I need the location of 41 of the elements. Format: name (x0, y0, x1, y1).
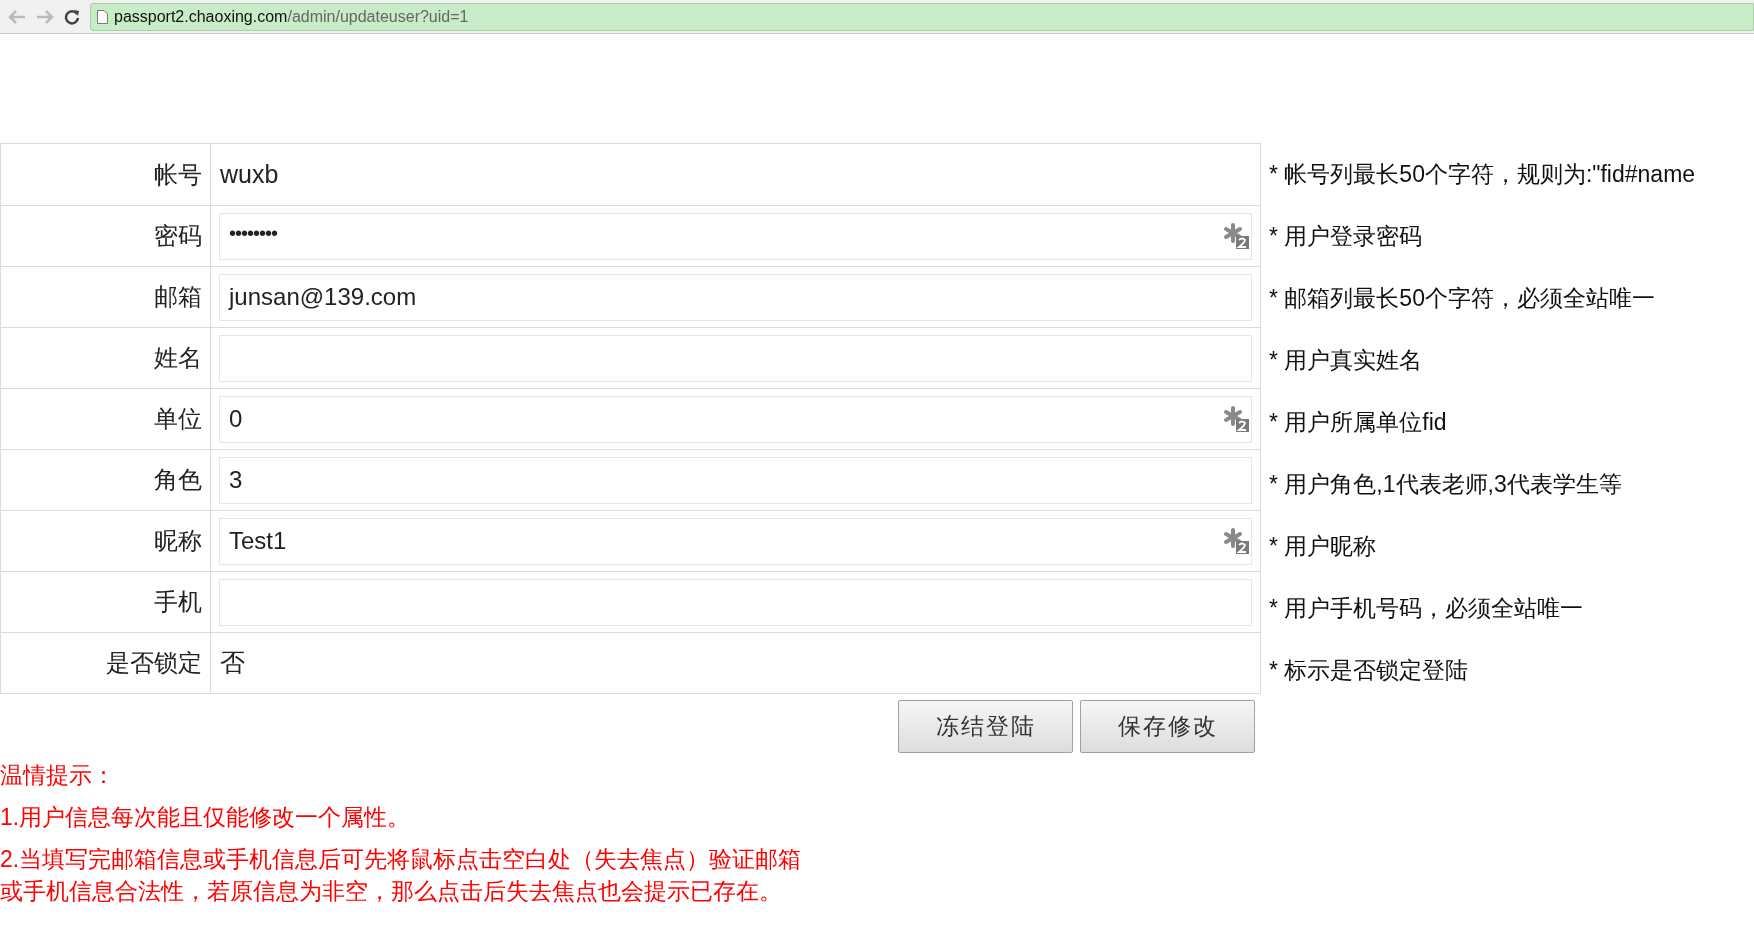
url-text: passport2.chaoxing.com/admin/updateuser?uid=1 (114, 6, 469, 27)
input-field[interactable] (219, 578, 1252, 626)
tips-title: 温情提示： (0, 761, 116, 790)
field-hint: * 用户所属单位fid (1269, 408, 1447, 438)
back-icon[interactable] (8, 9, 26, 24)
field-hint: * 用户角色,1代表老师,3代表学生等 (1269, 470, 1622, 500)
input-field[interactable]: 3 (219, 456, 1252, 504)
field-label: 帐号 (1, 144, 211, 205)
input-field[interactable] (219, 334, 1252, 382)
tip-text: 1.用户信息每次能且仅能修改一个属性。 (0, 803, 412, 832)
field-value: wuxb (219, 158, 279, 190)
field-hint: * 用户手机号码，必须全站唯一 (1269, 594, 1584, 624)
field-hint: * 标示是否锁定登陆 (1269, 656, 1469, 686)
page-icon (97, 9, 108, 24)
asterisk-badge-icon (1223, 223, 1249, 249)
field-label: 邮箱 (1, 267, 211, 327)
form-button[interactable]: 冻结登陆 (898, 700, 1073, 753)
field-hint: * 邮箱列最长50个字符，必须全站唯一 (1269, 284, 1655, 314)
field-label: 手机 (1, 572, 211, 632)
form-button[interactable]: 保存修改 (1080, 700, 1255, 753)
field-hint: * 用户登录密码 (1269, 222, 1423, 252)
forward-icon[interactable] (36, 9, 54, 24)
reload-icon[interactable] (64, 8, 80, 25)
tip-text: 2.当填写完邮箱信息或手机信息后可先将鼠标点击空白处（失去焦点）验证邮箱或手机信息合法性，若原信息为非空，那么点击后失去焦点也会提示已存在。 (0, 845, 803, 906)
field-label: 角色 (1, 450, 211, 510)
address-bar[interactable]: passport2.chaoxing.com/admin/updateuser?uid=1 (90, 2, 1754, 31)
field-label: 昵称 (1, 511, 211, 571)
input-field[interactable]: Test1 (219, 517, 1252, 565)
field-label: 密码 (1, 206, 211, 266)
field-label: 姓名 (1, 328, 211, 388)
asterisk-badge-icon (1223, 406, 1249, 432)
field-hint: * 用户昵称 (1269, 532, 1377, 562)
password-field[interactable]: •••••••• (219, 212, 1252, 260)
field-hint: * 用户真实姓名 (1269, 346, 1423, 376)
field-value: 否 (219, 647, 245, 679)
field-hint: * 帐号列最长50个字符，规则为:"fid#name (1269, 160, 1696, 190)
input-field[interactable]: junsan@139.com (219, 273, 1252, 321)
asterisk-badge-icon (1223, 528, 1249, 554)
field-label: 是否锁定 (1, 633, 211, 693)
field-label: 单位 (1, 389, 211, 449)
input-field[interactable]: 0 (219, 395, 1252, 443)
